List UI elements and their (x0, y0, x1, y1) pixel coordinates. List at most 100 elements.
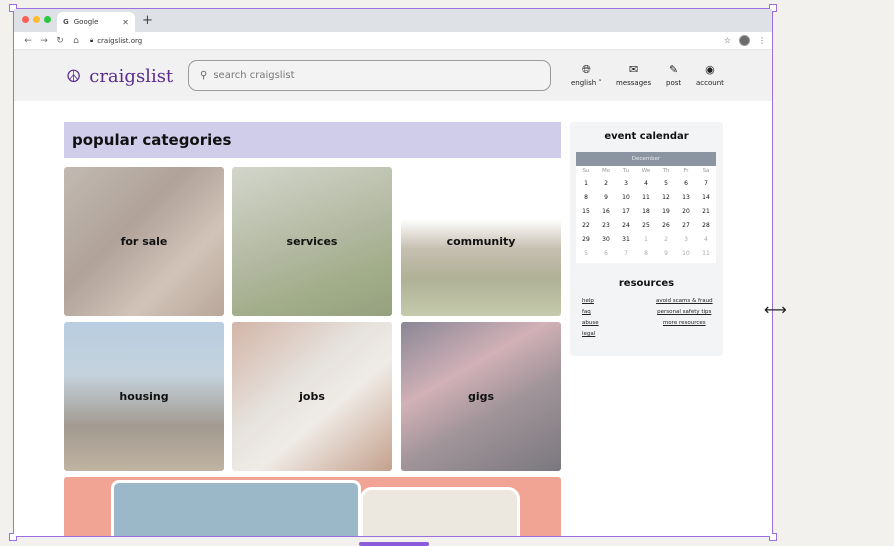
event-calendar: December Su Mo Tu We Th Fr Sa 1 2 3 4 5 6 7 8 9 10 11 12 13… (576, 152, 716, 263)
calendar-day[interactable]: 3 (616, 177, 636, 191)
tile-services[interactable]: services (232, 167, 392, 316)
search-placeholder: search craigslist (213, 70, 295, 81)
account-link[interactable]: ◉ account (696, 64, 724, 88)
craigslist-logo[interactable]: ☮ craigslist (66, 66, 173, 87)
calendar-day[interactable]: 14 (696, 191, 716, 205)
calendar-day[interactable]: 10 (676, 247, 696, 261)
calendar-day[interactable]: 24 (616, 219, 636, 233)
calendar-day[interactable]: 31 (616, 233, 636, 247)
resource-link[interactable]: help (582, 298, 599, 304)
calendar-day[interactable]: 3 (676, 233, 696, 247)
calendar-day[interactable]: 6 (676, 177, 696, 191)
browser-window: G Google ✕ + ← → ↻ ⌂ 🔒︎ craigslist.org ☆… (14, 9, 772, 536)
tile-label: jobs (299, 390, 325, 403)
tile-label: gigs (467, 390, 495, 403)
calendar-day[interactable]: 19 (656, 205, 676, 219)
calendar-day[interactable]: 7 (616, 247, 636, 261)
calendar-day[interactable]: 8 (636, 247, 656, 261)
calendar-day[interactable]: 11 (636, 191, 656, 205)
resource-link[interactable]: faq (582, 309, 599, 315)
resource-link[interactable]: legal (582, 331, 599, 337)
resources-title: resources (618, 278, 675, 289)
calendar-day[interactable]: 9 (596, 191, 616, 205)
calendar-day[interactable]: 6 (596, 247, 616, 261)
url-text: craigslist.org (97, 36, 143, 45)
maximize-window-dot[interactable] (44, 16, 51, 23)
browser-tab[interactable]: G Google ✕ (57, 12, 135, 32)
calendar-day[interactable]: 23 (596, 219, 616, 233)
calendar-day[interactable]: 27 (676, 219, 696, 233)
calendar-day[interactable]: 29 (576, 233, 596, 247)
calendar-day[interactable]: 21 (696, 205, 716, 219)
messages-link[interactable]: ✉ messages (616, 64, 652, 88)
peace-sign-icon: ☮ (66, 66, 82, 87)
post-link[interactable]: ✎ post (666, 64, 682, 88)
calendar-day[interactable]: 2 (596, 177, 616, 191)
calendar-day[interactable]: 11 (696, 247, 716, 261)
calendar-weekday: Th (662, 168, 670, 174)
calendar-day[interactable]: 1 (576, 177, 596, 191)
home-icon[interactable]: ⌂ (68, 36, 84, 46)
promo-banner[interactable] (64, 477, 561, 536)
bottom-drag-bar[interactable] (359, 542, 429, 546)
calendar-grid: Su Mo Tu We Th Fr Sa 1 2 3 4 5 6 7 8 9 10 11 12 13 14 15 16 17 1… (576, 166, 716, 263)
tile-community[interactable]: community (401, 167, 561, 316)
calendar-day[interactable]: 5 (576, 247, 596, 261)
calendar-day[interactable]: 5 (656, 177, 676, 191)
language-selector[interactable]: 🌐︎ english ˅ (571, 63, 602, 88)
account-label: account (696, 79, 724, 87)
calendar-day[interactable]: 4 (696, 233, 716, 247)
calendar-day[interactable]: 2 (656, 233, 676, 247)
promo-card-image (111, 480, 361, 536)
calendar-month: December (576, 152, 716, 166)
tile-for-sale[interactable]: for sale (64, 167, 224, 316)
back-arrow-icon[interactable]: ← (20, 36, 36, 46)
reload-icon[interactable]: ↻ (52, 36, 68, 46)
resource-link[interactable]: personal safety tips (657, 309, 711, 315)
globe-icon: 🌐︎ (582, 63, 591, 76)
bookmark-star-icon[interactable]: ☆ (724, 36, 731, 45)
messages-label: messages (616, 79, 652, 87)
tile-label: community (446, 235, 516, 248)
calendar-day[interactable]: 8 (576, 191, 596, 205)
resource-link[interactable]: avoid scams & fraud (656, 298, 713, 304)
browser-menu-icon[interactable]: ⋮ (758, 36, 766, 45)
close-tab-icon[interactable]: ✕ (122, 18, 129, 27)
minimize-window-dot[interactable] (33, 16, 40, 23)
search-input[interactable]: ⚲ search craigslist (188, 60, 551, 91)
calendar-day[interactable]: 28 (696, 219, 716, 233)
tile-housing[interactable]: housing (64, 322, 224, 471)
calendar-day[interactable]: 25 (636, 219, 656, 233)
calendar-day[interactable]: 30 (596, 233, 616, 247)
resources-right-list: avoid scams & fraud personal safety tips m… (656, 298, 713, 326)
calendar-day[interactable]: 10 (616, 191, 636, 205)
calendar-day[interactable]: 7 (696, 177, 716, 191)
url-field[interactable]: 🔒︎ craigslist.org (90, 37, 142, 45)
calendar-day[interactable]: 12 (656, 191, 676, 205)
calendar-day[interactable]: 15 (576, 205, 596, 219)
calendar-day[interactable]: 18 (636, 205, 656, 219)
calendar-day[interactable]: 13 (676, 191, 696, 205)
calendar-day[interactable]: 22 (576, 219, 596, 233)
close-window-dot[interactable] (22, 16, 29, 23)
calendar-day[interactable]: 16 (596, 205, 616, 219)
resize-cursor-icon: ⟷ (764, 300, 787, 319)
resource-link[interactable]: more resources (663, 320, 706, 326)
calendar-day[interactable]: 9 (656, 247, 676, 261)
site-header: ☮ craigslist ⚲ search craigslist 🌐︎ engl… (14, 50, 772, 101)
forward-arrow-icon[interactable]: → (36, 36, 52, 46)
post-label: post (666, 79, 682, 87)
calendar-day[interactable]: 4 (636, 177, 656, 191)
window-controls (22, 16, 51, 23)
calendar-day[interactable]: 17 (616, 205, 636, 219)
resource-link[interactable]: abuse (582, 320, 599, 326)
calendar-day[interactable]: 20 (676, 205, 696, 219)
profile-avatar[interactable] (739, 35, 750, 46)
calendar-day[interactable]: 26 (656, 219, 676, 233)
tile-jobs[interactable]: jobs (232, 322, 392, 471)
new-tab-icon[interactable]: + (142, 13, 153, 28)
tab-bar: G Google ✕ + (14, 9, 772, 32)
calendar-day[interactable]: 1 (636, 233, 656, 247)
logo-text: craigslist (89, 66, 174, 87)
tile-gigs[interactable]: gigs (401, 322, 561, 471)
